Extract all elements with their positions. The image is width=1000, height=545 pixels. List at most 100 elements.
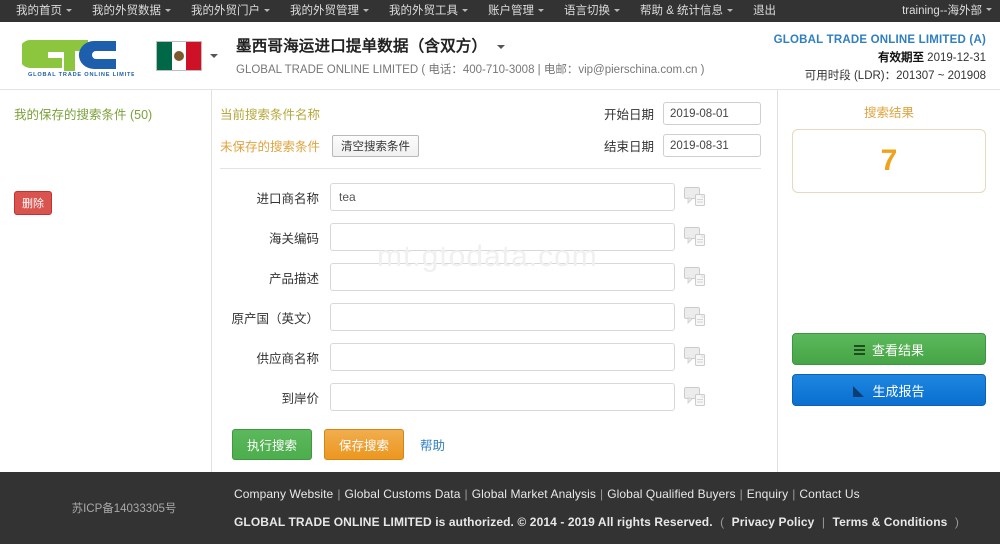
note-icon[interactable] (684, 307, 706, 327)
main-content: 我的保存的搜索条件 (50) 删除 当前搜索条件名称 开始日期 未保存的搜索条件… (0, 90, 1000, 472)
current-condition-name-label: 当前搜索条件名称 (220, 108, 321, 122)
form-input-4[interactable] (330, 343, 675, 371)
note-icon[interactable] (684, 227, 706, 247)
nav-item-0[interactable]: 我的首页 (6, 0, 82, 22)
footer-copyright-line: GLOBAL TRADE ONLINE LIMITED is authorize… (234, 515, 976, 529)
dataset-title-block: 墨西哥海运进口提单数据（含双方） GLOBAL TRADE ONLINE LIM… (236, 34, 704, 77)
footer-separator: | (739, 487, 743, 501)
form-row-0: 进口商名称 (220, 183, 761, 211)
user-menu-label[interactable]: training--海外部 (892, 5, 992, 17)
nav-item-2[interactable]: 我的外贸门户 (181, 0, 280, 22)
footer-separator: | (821, 515, 826, 529)
footer-links: Company Website | Global Customs Data | Glob… (234, 487, 976, 501)
delete-button[interactable]: 删除 (14, 191, 52, 215)
search-fields: 进口商名称海关编码产品描述原产国（英文） 供应商名称到岸价 (220, 183, 761, 411)
execute-search-button[interactable]: 执行搜索 (232, 429, 313, 460)
footer-separator: | (464, 487, 468, 501)
chevron-down-icon (614, 9, 620, 13)
chevron-down-icon (165, 9, 171, 13)
form-input-1[interactable] (330, 223, 675, 251)
page-title-text: 墨西哥海运进口提单数据（含双方） (236, 38, 488, 55)
form-label-5: 到岸价 (281, 391, 319, 406)
chevron-down-icon (210, 53, 218, 58)
account-expiry-label: 有效期至 (877, 51, 924, 64)
search-condition-header: 当前搜索条件名称 开始日期 未保存的搜索条件 清空搜索条件 结束日期 (220, 102, 761, 157)
saved-conditions-title: 我的保存的搜索条件 (50) (14, 108, 153, 122)
form-input-5[interactable] (330, 383, 675, 411)
saved-conditions-list[interactable] (10, 127, 201, 161)
account-name: GLOBAL TRADE ONLINE LIMITED (A) (773, 34, 986, 46)
form-row-1: 海关编码 (220, 223, 761, 251)
nav-item-8[interactable]: 退出 (743, 0, 786, 22)
chevron-down-icon (727, 9, 734, 13)
footer-paren-open: ( (720, 515, 725, 529)
nav-item-5[interactable]: 账户管理 (478, 0, 554, 22)
form-input-2[interactable] (330, 263, 675, 291)
footer-link-4[interactable]: Enquiry (747, 487, 788, 501)
user-menu[interactable]: training--海外部 (892, 0, 992, 22)
view-results-button[interactable]: 查看结果 (792, 333, 986, 365)
chevron-down-icon (538, 9, 544, 13)
save-search-button[interactable]: 保存搜索 (324, 429, 405, 460)
form-row-3: 原产国（英文） (220, 303, 761, 331)
start-date-label: 开始日期 (603, 108, 654, 122)
footer-text-block: Company Website | Global Customs Data | Glob… (224, 487, 976, 529)
results-title: 搜索结果 (863, 106, 914, 120)
start-date-input[interactable] (663, 102, 761, 125)
chevron-down-icon (66, 9, 72, 13)
page-header: GLOBAL TRADE ONLINE LIMITED 墨西哥海运进口提单数据（… (0, 22, 1000, 90)
account-expiry-value: 2019-12-31 (927, 51, 986, 64)
list-icon (853, 344, 865, 355)
chevron-down-icon[interactable] (497, 44, 506, 49)
form-label-4: 供应商名称 (256, 351, 319, 366)
footer-paren-close: ) (954, 515, 959, 529)
nav-item-3[interactable]: 我的外贸管理 (280, 0, 379, 22)
account-expiry: 有效期至 2019-12-31 (774, 50, 986, 68)
top-navigation-bar: 我的首页 我的外贸数据 我的外贸门户 我的外贸管理 我的外贸工具 账户管理 语言切换 帮助 &… (0, 0, 1000, 22)
mexico-flag-icon (156, 40, 202, 71)
svg-text:GLOBAL TRADE ONLINE LIMITED: GLOBAL TRADE ONLINE LIMITED (28, 72, 134, 78)
help-link[interactable]: 帮助 (420, 435, 445, 454)
footer-link-1[interactable]: Global Customs Data (345, 487, 461, 501)
footer-link-0[interactable]: Company Website (234, 487, 333, 501)
page-footer: 苏ICP备14033305号 Company Website | Global Cu… (0, 472, 1000, 544)
gto-logo[interactable]: GLOBAL TRADE ONLINE LIMITED (14, 34, 142, 78)
clear-conditions-button[interactable]: 清空搜索条件 (332, 134, 419, 157)
form-label-1: 海关编码 (268, 231, 319, 246)
footer-link-5[interactable]: Contact Us (799, 487, 859, 501)
end-date-input[interactable] (663, 134, 761, 157)
end-date-label: 结束日期 (603, 140, 654, 154)
nav-item-4[interactable]: 我的外贸工具 (379, 0, 478, 22)
note-icon[interactable] (684, 267, 706, 287)
generate-report-label: 生成报告 (872, 383, 925, 399)
chevron-down-icon (986, 8, 992, 12)
footer-link-3[interactable]: Global Qualified Buyers (607, 487, 735, 501)
form-input-0[interactable] (330, 183, 675, 211)
country-flag-selector[interactable] (156, 40, 218, 71)
company-contact-line: GLOBAL TRADE ONLINE LIMITED ( 电话：400-710… (236, 64, 705, 76)
note-icon[interactable] (684, 187, 706, 207)
form-label-0: 进口商名称 (256, 191, 319, 206)
generate-report-button[interactable]: 生成报告 (792, 374, 986, 406)
terms-conditions-link[interactable]: Terms & Conditions (833, 515, 948, 529)
results-panel: 搜索结果 7 查看结果 生成报告 (778, 90, 1000, 472)
footer-link-2[interactable]: Global Market Analysis (472, 487, 596, 501)
note-icon[interactable] (684, 387, 706, 407)
chevron-down-icon (462, 9, 468, 13)
page-title: 墨西哥海运进口提单数据（含双方） (236, 34, 704, 56)
top-nav-items: 我的首页 我的外贸数据 我的外贸门户 我的外贸管理 我的外贸工具 账户管理 语言切换 帮助 &… (6, 0, 786, 22)
results-count: 7 (880, 144, 898, 177)
note-icon[interactable] (684, 347, 706, 367)
form-label-2: 产品描述 (268, 271, 319, 286)
form-label-3: 原产国（英文） (231, 311, 319, 326)
search-form-panel: 当前搜索条件名称 开始日期 未保存的搜索条件 清空搜索条件 结束日期 进口商名称… (212, 90, 778, 472)
privacy-policy-link[interactable]: Privacy Policy (732, 515, 815, 529)
nav-item-1[interactable]: 我的外贸数据 (82, 0, 181, 22)
footer-separator: | (337, 487, 341, 501)
form-input-3[interactable] (330, 303, 675, 331)
nav-item-6[interactable]: 语言切换 (554, 0, 630, 22)
form-row-5: 到岸价 (220, 383, 761, 411)
saved-conditions-sidebar: 我的保存的搜索条件 (50) 删除 (0, 90, 212, 472)
account-ldr-label: 可用时段 (LDR)： (804, 69, 897, 82)
nav-item-7[interactable]: 帮助 & 统计信息 (630, 0, 743, 22)
